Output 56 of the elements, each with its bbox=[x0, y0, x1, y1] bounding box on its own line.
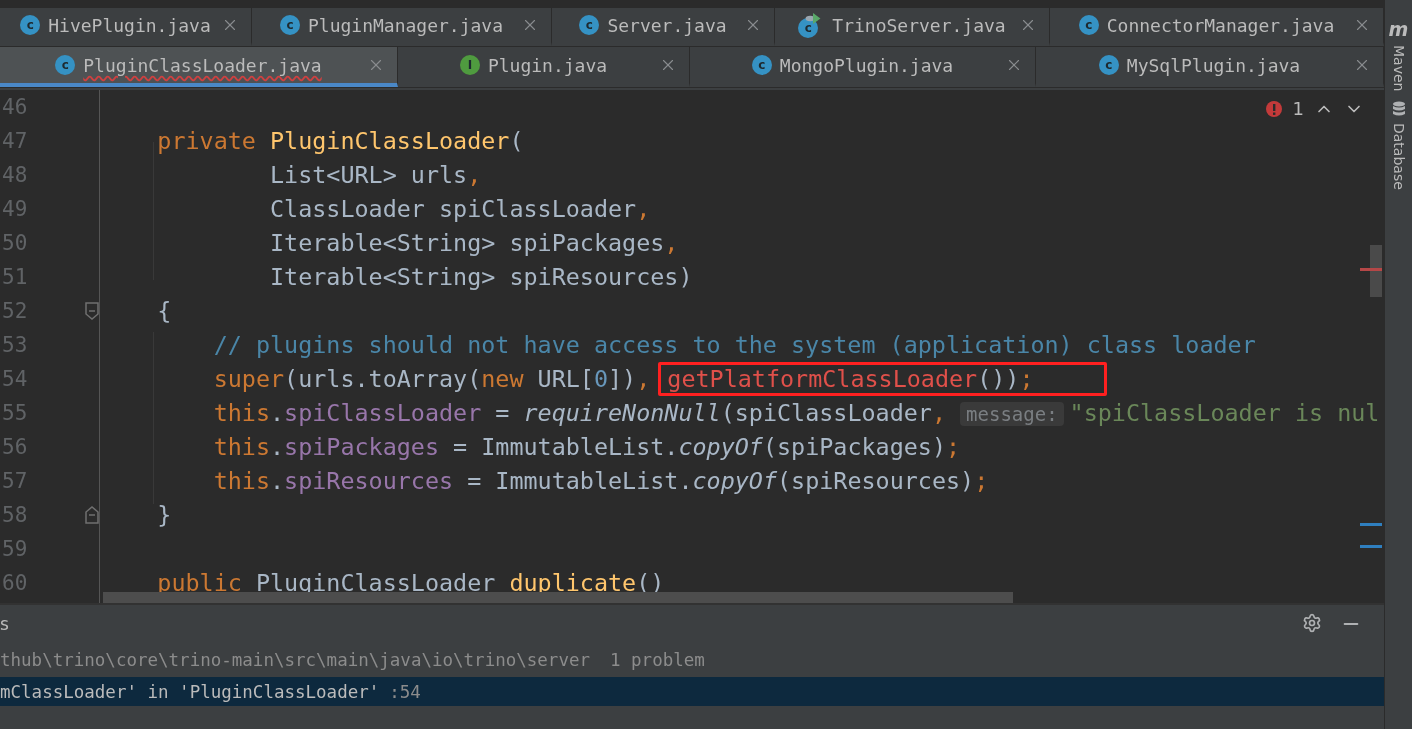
scrollbar-thumb[interactable] bbox=[103, 592, 1013, 603]
panel-title: s bbox=[0, 614, 9, 634]
line-number: 55 bbox=[2, 401, 28, 425]
line-number: 51 bbox=[2, 265, 28, 289]
line-number: 58 bbox=[2, 503, 28, 527]
class-icon: c bbox=[55, 55, 76, 75]
highlight-box: getPlatformClassLoader()); bbox=[658, 362, 1107, 396]
line-number: 47 bbox=[2, 129, 28, 153]
database-icon bbox=[1391, 101, 1406, 118]
code-line: this.spiClassLoader = requireNonNull(spiClassLoader, message: "spiClassLoader is nul bbox=[212, 399, 1380, 427]
line-number: 48 bbox=[2, 163, 28, 187]
problem-message: mClassLoader' in 'PluginClassLoader' bbox=[0, 681, 380, 702]
line-number: 57 bbox=[2, 469, 28, 493]
code-line: ClassLoader spiClassLoader, bbox=[269, 195, 651, 223]
code-line: { bbox=[156, 297, 172, 325]
code-line: List<URL> urls, bbox=[269, 161, 482, 189]
code-line: Iterable<String> spiResources) bbox=[269, 263, 693, 291]
line-number: 52 bbox=[2, 299, 28, 323]
editor-tab[interactable]: c PluginClassLoader.java bbox=[0, 47, 398, 87]
class-icon: c bbox=[1098, 55, 1119, 75]
class-icon: c bbox=[20, 15, 41, 35]
fold-icon[interactable] bbox=[85, 302, 99, 320]
problem-count: 1 problem bbox=[610, 650, 705, 670]
scrollbar-thumb[interactable] bbox=[1370, 245, 1382, 297]
maven-icon: m bbox=[1388, 20, 1409, 39]
interface-icon: I bbox=[459, 55, 480, 75]
code-line: super(urls.toArray(new URL[0]), getPlatformClassLoader()); bbox=[101, 365, 1107, 393]
error-icon[interactable] bbox=[1264, 99, 1283, 118]
parameter-hint: message: bbox=[960, 402, 1064, 426]
code-line: public PluginClassLoader duplicate() bbox=[156, 569, 665, 597]
line-number: 50 bbox=[2, 231, 28, 255]
code-line: private PluginClassLoader( bbox=[156, 127, 524, 155]
class-icon: c bbox=[1078, 15, 1099, 35]
line-number: 53 bbox=[2, 333, 28, 357]
class-icon: c bbox=[279, 15, 300, 35]
line-number: 46 bbox=[2, 95, 28, 119]
code-line: this.spiPackages = ImmutableList.copyOf(spiPackages); bbox=[212, 433, 961, 461]
code-line: this.spiResources = ImmutableList.copyOf(spiResources); bbox=[212, 467, 989, 495]
line-number: 54 bbox=[2, 367, 28, 391]
problem-row[interactable]: mClassLoader' in 'PluginClassLoader' :54 bbox=[0, 677, 1384, 706]
code-line: } bbox=[156, 501, 172, 529]
code-line: Iterable<String> spiPackages, bbox=[269, 229, 679, 257]
fold-icon[interactable] bbox=[85, 506, 99, 524]
class-icon: c bbox=[579, 15, 600, 35]
problem-count: 1 bbox=[1292, 98, 1304, 119]
tool-window-button[interactable]: Database bbox=[1390, 101, 1407, 191]
tool-window-button[interactable]: m Maven bbox=[1388, 20, 1409, 92]
line-number: 59 bbox=[2, 537, 28, 561]
file-path: thub\trino\core\trino-main\src\main\java\io\trino\server bbox=[0, 650, 590, 670]
line-number: 56 bbox=[2, 435, 28, 459]
settings-icon[interactable] bbox=[1302, 613, 1322, 633]
line-number: 49 bbox=[2, 197, 28, 221]
class-icon: c bbox=[751, 55, 772, 75]
code-line: // plugins should not have access to the system (application) class loader bbox=[212, 331, 1256, 359]
line-reference: :54 bbox=[389, 681, 421, 702]
line-number: 60 bbox=[2, 571, 28, 595]
